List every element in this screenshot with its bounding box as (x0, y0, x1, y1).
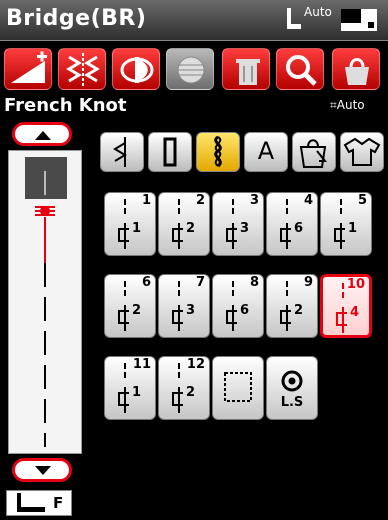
scroll-down-button[interactable] (12, 458, 72, 482)
stitch-number: 12 (186, 357, 205, 372)
ls-stitch-button[interactable]: L.S (266, 356, 318, 420)
utility-category-tab[interactable] (100, 132, 144, 172)
stitch-sub-value: 2 (186, 385, 196, 400)
toolbar (0, 44, 388, 92)
stitch-button-2[interactable]: 22 (158, 192, 210, 256)
target-icon (281, 370, 303, 392)
shirt-category-icon (343, 137, 381, 166)
stitch-sub-value: 6 (294, 221, 304, 236)
bag-category-icon (299, 139, 328, 168)
stitch-name: French Knot (4, 95, 127, 116)
stitch-button-11[interactable]: 11 1 (104, 356, 156, 420)
ls-stitch-label: L.S (280, 395, 304, 410)
mirror-icon (66, 53, 100, 87)
shirt-category-tab[interactable] (340, 132, 384, 172)
stitch-sub-value: 4 (350, 305, 360, 320)
stitch-button-4[interactable]: 46 (266, 192, 318, 256)
machine-icon[interactable] (340, 8, 378, 32)
stitch-sub-value: 6 (240, 303, 250, 318)
stitch-button-10[interactable]: 10 4 (320, 274, 372, 338)
delete-button[interactable] (222, 48, 270, 90)
width-plus-icon (11, 51, 47, 83)
bobbin-button[interactable] (166, 48, 214, 90)
half-button[interactable] (112, 48, 160, 90)
stitch-sub-value: 2 (186, 221, 196, 236)
stitch-sub-value: 2 (294, 303, 304, 318)
stitch-sub-value: 1 (348, 221, 358, 236)
decorative-category-icon (214, 135, 222, 168)
frame-stitch-icon (224, 372, 252, 402)
stitch-number: 7 (195, 275, 205, 290)
half-icon (120, 57, 154, 83)
letter-category-label: A (257, 137, 275, 165)
preview-stitch-drawing (35, 171, 55, 447)
stitch-number: 10 (346, 277, 365, 292)
presser-foot-icon-2 (17, 493, 45, 512)
scroll-up-button[interactable] (12, 122, 72, 146)
arrow-down-icon (35, 466, 51, 475)
stitch-number: 6 (141, 275, 151, 290)
title-bar: Bridge(BR) Auto (0, 0, 388, 41)
stitch-button-1[interactable]: 11 (104, 192, 156, 256)
stitch-sub-value: 3 (186, 303, 196, 318)
bag-category-tab[interactable] (292, 132, 336, 172)
stitch-sub-value: 2 (132, 303, 142, 318)
presser-foot-icon (287, 8, 301, 29)
magnifier-icon (286, 55, 317, 86)
frame-stitch-button[interactable] (212, 356, 264, 420)
stitch-button-8[interactable]: 86 (212, 274, 264, 338)
auto-thread-tension: ⌗Auto (330, 98, 365, 112)
stitch-sub-value: 1 (132, 385, 142, 400)
stitch-sub-value: 1 (132, 221, 142, 236)
stitch-number: 1 (141, 193, 151, 208)
bobbin-icon (177, 56, 205, 84)
stitch-preview (8, 150, 82, 454)
presser-foot-indicator: F (6, 490, 72, 516)
page-title: Bridge(BR) (6, 6, 147, 31)
trash-icon (236, 59, 260, 85)
stitch-number: 4 (303, 193, 313, 208)
stitch-number: 5 (357, 193, 367, 208)
stitch-number: 9 (303, 275, 313, 290)
arrow-up-icon (35, 131, 51, 140)
stitch-number: 3 (249, 193, 259, 208)
decorative-category-tab[interactable] (196, 132, 240, 172)
buttonhole-category-icon (163, 137, 177, 167)
stitch-number: 2 (195, 193, 205, 208)
presser-foot-label: F (53, 494, 64, 512)
stitch-button-3[interactable]: 33 (212, 192, 264, 256)
bag-button[interactable] (332, 48, 380, 90)
stitch-button-12[interactable]: 12 2 (158, 356, 210, 420)
mirror-button[interactable] (58, 48, 106, 90)
stitch-number: 11 (132, 357, 151, 372)
utility-category-icon (113, 137, 127, 167)
buttonhole-category-tab[interactable] (148, 132, 192, 172)
stitch-button-9[interactable]: 92 (266, 274, 318, 338)
stitch-button-6[interactable]: 62 (104, 274, 156, 338)
bag-icon (345, 58, 369, 85)
stitch-number: 8 (249, 275, 259, 290)
stitch-sub-value: 3 (240, 221, 250, 236)
zoom-button[interactable] (276, 48, 324, 90)
letter-category-tab[interactable]: A (244, 132, 288, 172)
stitch-button-5[interactable]: 51 (320, 192, 372, 256)
width-plus-button[interactable] (4, 48, 52, 90)
auto-label: Auto (304, 5, 332, 19)
auto-label-2: Auto (336, 98, 365, 112)
stitch-button-7[interactable]: 73 (158, 274, 210, 338)
